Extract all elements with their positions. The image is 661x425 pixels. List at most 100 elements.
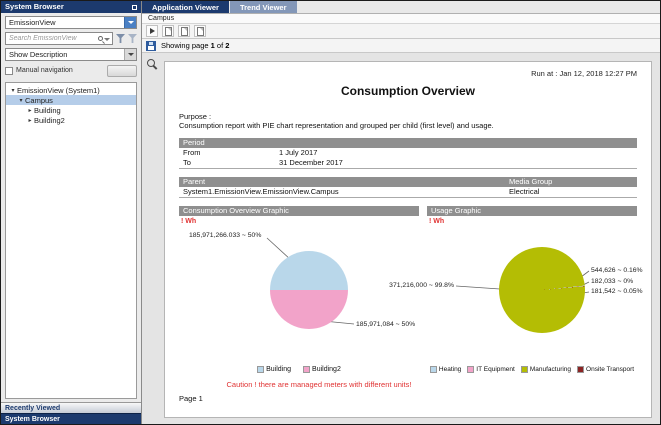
search-input[interactable] — [6, 34, 96, 44]
legend-label: Manufacturing — [530, 366, 571, 373]
recently-viewed-panel-button[interactable]: Recently Viewed — [1, 402, 141, 413]
paging-current: 1 — [211, 41, 215, 50]
expand-icon[interactable] — [9, 87, 17, 94]
export-icon — [181, 27, 188, 36]
legend-swatch-it-equipment — [467, 366, 474, 373]
slice-label-building2: 185,971,084 ~ 50% — [356, 321, 415, 328]
report-region: Run at : Jan 12, 2018 12:27 PM Consumpti… — [142, 53, 660, 424]
legend-item: Heating — [430, 366, 461, 373]
pin-icon[interactable] — [132, 5, 137, 10]
legend-item: Building — [257, 366, 291, 373]
play-icon — [150, 28, 155, 34]
show-description-value: Show Description — [9, 50, 67, 59]
slice-label-building: 185,971,266.033 ~ 50% — [189, 232, 261, 239]
legend-swatch-building2 — [303, 366, 310, 373]
legend-swatch-onsite-transport — [577, 366, 584, 373]
collapse-icon[interactable] — [26, 117, 34, 124]
manual-navigation-label: Manual navigation — [16, 67, 73, 74]
parent-table: System1.EmissionView.EmissionView.Campus… — [179, 187, 637, 198]
system-browser-sidebar: System Browser EmissionView Show Descrip… — [1, 1, 142, 424]
manual-navigation-checkbox[interactable] — [5, 67, 13, 75]
parent-section-header: Parent Media Group — [179, 177, 637, 187]
consumption-pie-chart[interactable] — [270, 251, 348, 329]
consumption-legend: Building Building2 — [179, 366, 419, 373]
table-row: To 31 December 2017 — [179, 158, 637, 168]
tab-trend-viewer[interactable]: Trend Viewer — [230, 1, 297, 13]
paging-prefix: Showing page — [161, 41, 209, 50]
chevron-down-icon[interactable] — [124, 49, 136, 60]
export-button[interactable] — [178, 25, 190, 37]
legend-item: Onsite Transport — [577, 366, 634, 373]
table-row: System1.EmissionView.EmissionView.Campus… — [179, 187, 637, 197]
parent-value: System1.EmissionView.EmissionView.Campus — [179, 187, 509, 197]
tree-item-building2[interactable]: Building2 — [6, 115, 136, 125]
unit-warning-left: ! Wh — [181, 218, 196, 225]
media-group-header: Media Group — [509, 177, 637, 187]
legends: Building Building2 Heating — [179, 366, 637, 373]
legend-label: Onsite Transport — [586, 366, 634, 373]
navigation-button[interactable] — [107, 65, 137, 77]
report-page: Run at : Jan 12, 2018 12:27 PM Consumpti… — [164, 61, 652, 418]
show-description-dropdown[interactable]: Show Description — [5, 48, 137, 61]
breadcrumb-bar: Campus — [142, 14, 660, 24]
manual-navigation-row: Manual navigation — [5, 64, 137, 77]
table-row: From 1 July 2017 — [179, 148, 637, 158]
period-table: From 1 July 2017 To 31 December 2017 — [179, 148, 637, 169]
chevron-down-icon[interactable] — [124, 17, 136, 28]
period-section-header: Period — [179, 138, 637, 148]
chart-headers: Consumption Overview Graphic Usage Graph… — [179, 206, 637, 216]
system-dropdown-value: EmissionView — [9, 18, 56, 27]
legend-label: IT Equipment — [476, 366, 515, 373]
page-footer: Page 1 — [179, 394, 637, 403]
print-icon — [165, 27, 172, 36]
usage-graphic-header: Usage Graphic — [427, 206, 637, 216]
to-value: 31 December 2017 — [279, 158, 343, 168]
slice-label-manufacturing: 371,216,000 ~ 99.8% — [369, 282, 454, 289]
save-icon[interactable] — [146, 41, 156, 51]
clear-filter-icon[interactable] — [128, 34, 137, 43]
legend-label: Building — [266, 366, 291, 373]
page-setup-button[interactable] — [194, 25, 206, 37]
print-button[interactable] — [162, 25, 174, 37]
collapse-icon[interactable] — [26, 107, 34, 114]
tab-application-viewer[interactable]: Application Viewer — [142, 1, 229, 13]
application-window: System Browser EmissionView Show Descrip… — [0, 0, 661, 425]
legend-item: IT Equipment — [467, 366, 515, 373]
tree-item-label: Campus — [25, 96, 53, 105]
run-report-button[interactable] — [146, 25, 158, 37]
filter-icon[interactable] — [116, 34, 125, 43]
breadcrumb[interactable]: Campus — [148, 15, 174, 22]
legend-item: Building2 — [303, 366, 341, 373]
recently-viewed-label: Recently Viewed — [5, 405, 60, 412]
legend-label: Heating — [439, 366, 461, 373]
system-dropdown[interactable]: EmissionView — [5, 16, 137, 29]
usage-pie-chart[interactable] — [499, 247, 585, 333]
report-toolbar — [142, 24, 660, 39]
tree-item-building[interactable]: Building — [6, 105, 136, 115]
to-label: To — [179, 158, 279, 168]
from-label: From — [179, 148, 279, 158]
legend-item: Manufacturing — [521, 366, 571, 373]
search-options-chevron-icon[interactable] — [104, 38, 110, 41]
system-browser-title: System Browser — [5, 1, 64, 13]
slice-label-onsite-transport: 181,542 ~ 0.05% — [591, 288, 643, 295]
viewer-tabbar: Application Viewer Trend Viewer — [142, 1, 660, 14]
system-browser-label: System Browser — [5, 416, 60, 423]
search-row — [5, 32, 137, 45]
system-browser-panel-button[interactable]: System Browser — [1, 413, 141, 424]
tree-item-emissionview[interactable]: EmissionView (System1) — [6, 85, 136, 95]
tree-item-label: Building2 — [34, 116, 65, 125]
main-viewer: Application Viewer Trend Viewer Campus S… — [142, 1, 660, 424]
legend-swatch-manufacturing — [521, 366, 528, 373]
caution-message: Caution ! there are managed meters with … — [199, 380, 439, 389]
legend-swatch-heating — [430, 366, 437, 373]
paging-total: 2 — [225, 41, 229, 50]
system-browser-header[interactable]: System Browser — [1, 1, 141, 13]
tree-item-campus[interactable]: Campus — [6, 95, 136, 105]
page-setup-icon — [197, 27, 204, 36]
zoom-icon[interactable] — [146, 58, 158, 70]
expand-icon[interactable] — [17, 97, 25, 104]
search-icon[interactable] — [98, 36, 103, 41]
legend-label: Building2 — [312, 366, 341, 373]
media-group-value: Electrical — [509, 187, 637, 197]
